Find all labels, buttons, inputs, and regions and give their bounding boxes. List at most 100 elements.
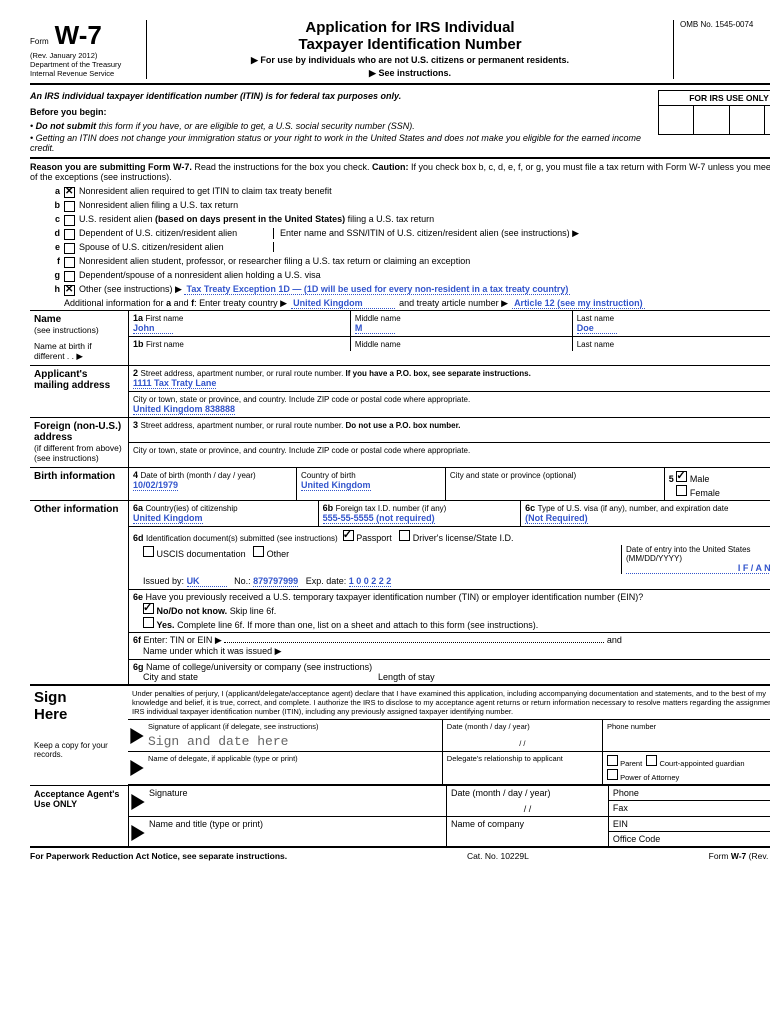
birth-country-input[interactable]: United Kingdom: [301, 480, 371, 491]
checkbox-other-doc[interactable]: [253, 546, 264, 557]
foreign-address-label: Foreign (non-U.S.) address: [34, 421, 124, 443]
form-footer: For Paperwork Reduction Act Notice, see …: [30, 846, 770, 861]
issued-by-input[interactable]: UK: [187, 576, 227, 587]
checkbox-yes[interactable]: [143, 617, 154, 628]
ftid-input[interactable]: 555-55-5555 (not required): [323, 513, 435, 524]
phone-label: Phone number: [607, 722, 770, 731]
city-input[interactable]: United Kingdom 838888: [133, 404, 235, 415]
birth-city-label: City and state or province (optional): [450, 471, 576, 480]
dob-input[interactable]: 10/02/1979: [133, 480, 178, 491]
additional-info: Additional information for a and f: Ente…: [64, 298, 287, 309]
checkbox-no-know[interactable]: [143, 603, 154, 614]
department: Department of the Treasury: [30, 60, 140, 69]
checkbox-f[interactable]: [64, 257, 75, 268]
sign-label-2: Here: [34, 707, 124, 724]
subtitle-1: ▶ For use by individuals who are not U.S…: [155, 55, 665, 66]
irs-use-only-box: FOR IRS USE ONLY: [658, 90, 770, 135]
tin-input[interactable]: [224, 642, 604, 643]
middle-name-input[interactable]: M: [355, 323, 395, 334]
checkbox-c[interactable]: [64, 215, 75, 226]
reason-d: Dependent of U.S. citizen/resident alien: [79, 228, 269, 238]
reason-e: Spouse of U.S. citizen/resident alien: [79, 242, 269, 252]
footer-center: Cat. No. 10229L: [467, 851, 529, 861]
checkbox-d[interactable]: [64, 229, 75, 240]
mailing-address-label: Applicant's mailing address: [34, 369, 124, 391]
signature-input[interactable]: Sign and date here: [148, 734, 438, 749]
tin-label: Enter: TIN or EIN ▶: [144, 635, 222, 645]
checkbox-female[interactable]: [676, 485, 687, 496]
article-label: and treaty article number ▶: [399, 298, 508, 309]
bullet-2: • Getting an ITIN does not change your i…: [30, 132, 770, 154]
sign-date-label: Date (month / day / year): [447, 722, 598, 731]
entry-date-input[interactable]: I F / A N Y: [626, 563, 770, 574]
omb-number: OMB No. 1545-0074: [680, 20, 770, 29]
doc-no-input[interactable]: 879797999: [253, 576, 298, 587]
checkbox-parent[interactable]: [607, 755, 618, 766]
arrow-icon: [130, 728, 144, 746]
checkbox-a[interactable]: [64, 187, 75, 198]
reason-a: Nonresident alien required to get ITIN t…: [79, 186, 332, 196]
footer-left: For Paperwork Reduction Act Notice, see …: [30, 851, 287, 861]
checkbox-uscis[interactable]: [143, 546, 154, 557]
article-value-input[interactable]: Article 12 (see my instruction): [512, 298, 645, 309]
treaty-country-input[interactable]: United Kingdom: [291, 298, 395, 309]
name-side-sub: (see instructions): [34, 325, 124, 335]
title-l1: Application for IRS Individual: [155, 20, 665, 37]
footer-right: Form W-7 (Rev. 1-2012): [709, 851, 770, 861]
birth-country-label: Country of birth: [301, 471, 356, 480]
reason-h: Other (see instructions) ▶ Tax Treaty Ex…: [79, 284, 570, 295]
form-header: Form W-7 (Rev. January 2012) Department o…: [30, 20, 770, 85]
form-label: Form: [30, 37, 49, 46]
reason-b: Nonresident alien filing a U.S. tax retu…: [79, 200, 238, 210]
checkbox-poa[interactable]: [607, 769, 618, 780]
sign-label-1: Sign: [34, 690, 124, 707]
citizenship-input[interactable]: United Kingdom: [133, 513, 203, 524]
subtitle-2: ▶ See instructions.: [155, 68, 665, 79]
sign-date-input[interactable]: / /: [447, 739, 598, 748]
college-label: Name of college/university or company (s…: [146, 662, 372, 672]
acceptance-label: Acceptance Agent's Use ONLY: [34, 789, 124, 809]
irs-use-only-label: FOR IRS USE ONLY: [659, 91, 770, 106]
arrow-icon: [131, 794, 145, 812]
reason-c: U.S. resident alien (based on days prese…: [79, 214, 434, 224]
form-number: W-7: [55, 20, 102, 51]
reason-heading: Reason you are submitting Form W-7. Read…: [30, 162, 770, 182]
reason-d-extra: Enter name and SSN/ITIN of U.S. citizen/…: [273, 228, 579, 239]
checkbox-b[interactable]: [64, 201, 75, 212]
reason-f: Nonresident alien student, professor, or…: [79, 256, 470, 266]
checkbox-e[interactable]: [64, 243, 75, 254]
first-name-label: First name: [146, 314, 184, 323]
agency: Internal Revenue Service: [30, 69, 140, 78]
last-name-label: Last name: [577, 314, 614, 323]
keep-copy: Keep a copy for your records.: [34, 741, 124, 759]
first-name-input[interactable]: John: [133, 323, 173, 334]
entry-date-label: Date of entry into the United States (MM…: [626, 545, 770, 563]
checkbox-license[interactable]: [399, 530, 410, 541]
reason-g: Dependent/spouse of a nonresident alien …: [79, 270, 321, 280]
last-name-input[interactable]: Doe: [577, 323, 617, 334]
checkbox-g[interactable]: [64, 271, 75, 282]
checkbox-male[interactable]: [676, 471, 687, 482]
delegate-label: Name of delegate, if applicable (type or…: [148, 754, 438, 763]
checkbox-h[interactable]: [64, 285, 75, 296]
arrow-icon: [131, 825, 145, 843]
relationship-label: Delegate's relationship to applicant: [447, 754, 598, 763]
name-section-label: Name: [34, 314, 124, 325]
checkbox-guardian[interactable]: [646, 755, 657, 766]
reason-h-value[interactable]: Tax Treaty Exception 1D — (1D will be us…: [184, 284, 570, 295]
visa-input[interactable]: (Not Required): [525, 513, 588, 524]
dob-label: Date of birth (month / day / year): [141, 471, 256, 480]
middle-name-label: Middle name: [355, 314, 401, 323]
checkbox-passport[interactable]: [343, 530, 354, 541]
street-input[interactable]: 1111 Tax Traty Lane: [133, 378, 216, 389]
birth-section-label: Birth information: [34, 471, 124, 482]
other-section-label: Other information: [34, 504, 124, 515]
revision: (Rev. January 2012): [30, 51, 140, 60]
signature-label: Signature of applicant (if delegate, see…: [148, 722, 438, 731]
birth-name-label: Name at birth if different . . ▶: [34, 341, 124, 362]
exp-date-input[interactable]: 1 0 0 2 2 2: [349, 576, 392, 587]
arrow-icon: [130, 760, 144, 778]
q6e-label: Have you previously received a U.S. temp…: [146, 592, 644, 602]
penalties-text: Under penalties of perjury, I (applicant…: [128, 686, 770, 720]
title-l2: Taxpayer Identification Number: [155, 37, 665, 54]
